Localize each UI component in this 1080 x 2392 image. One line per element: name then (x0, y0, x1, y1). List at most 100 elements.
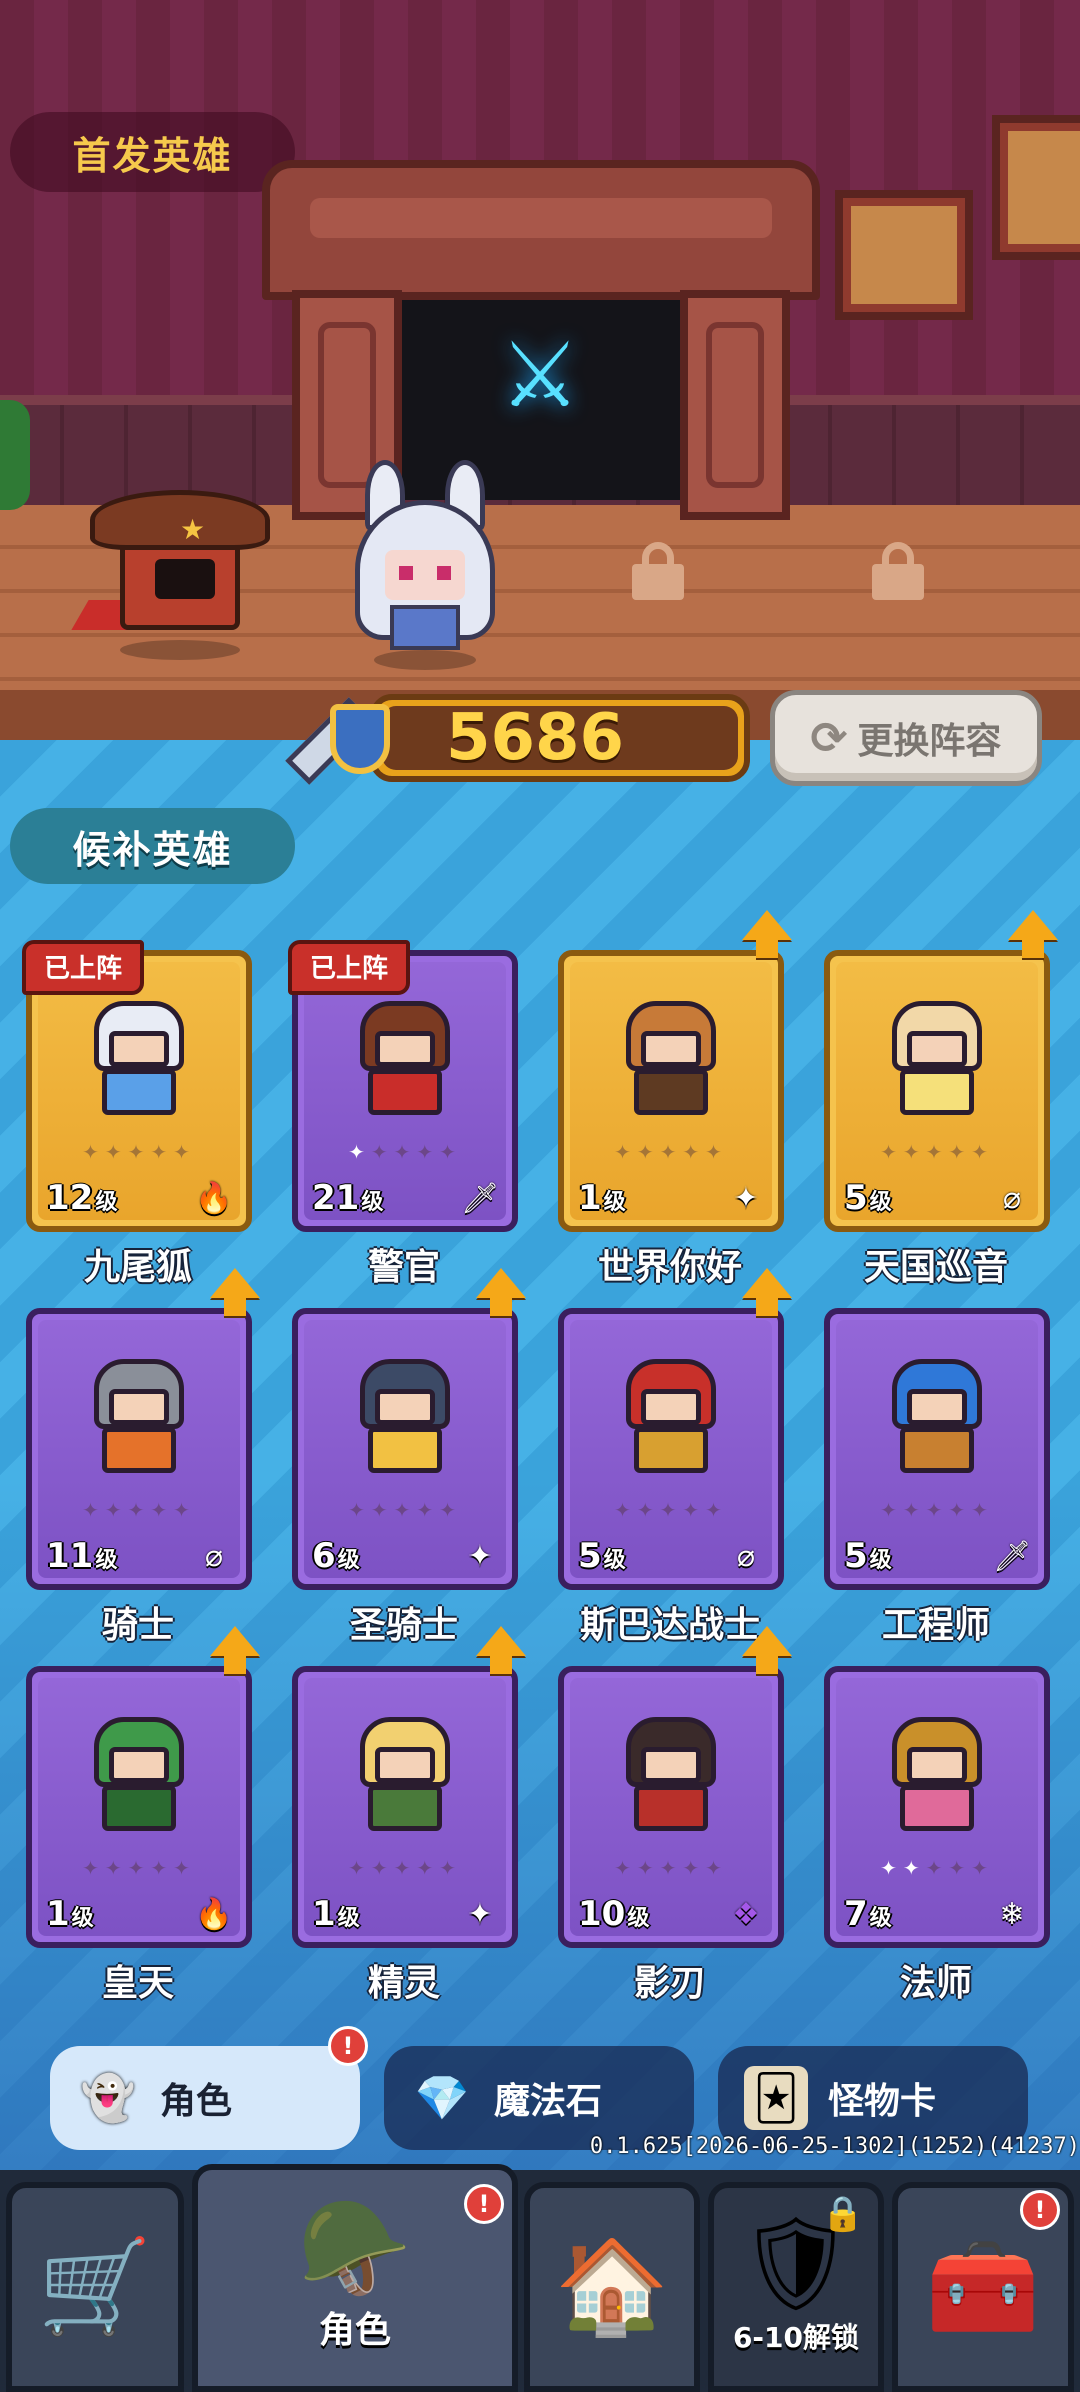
hero-sprite (32, 1702, 246, 1852)
upgrade-arrow-icon (742, 910, 792, 966)
star-rating: ✦✦✦✦✦ (880, 1498, 994, 1522)
void-element-icon: ⌀ (204, 1538, 224, 1574)
upgrade-arrow-icon (742, 1268, 792, 1324)
hero-name: 精灵 (367, 1963, 440, 2004)
monster-card-icon: 🃏 (744, 2066, 808, 2130)
upgrade-arrow-icon (1008, 910, 1058, 966)
starter-heroes-label: 首发英雄 (10, 112, 295, 192)
star-rating: ✦✦✦✦✦ (614, 1498, 728, 1522)
deployed-badge: 已上阵 (22, 940, 145, 995)
hero-level: 1级 (312, 1894, 360, 1934)
change-lineup-button[interactable]: ⟳ 更换阵容 (770, 690, 1042, 786)
treasure-chest-icon: 🧰 (925, 2233, 1041, 2340)
fire-element-icon: 🔥 (195, 1896, 233, 1932)
hero-sprite (564, 1344, 778, 1494)
nav-treasure[interactable]: 🧰 ! (892, 2182, 1074, 2392)
star-rating: ✦✦✦✦✦ (348, 1498, 462, 1522)
void-element-icon: ⌀ (736, 1538, 756, 1574)
hero-card[interactable]: ✦✦✦✦✦ 7 级 ❄ 法师 (820, 1636, 1052, 2004)
poison-element-icon: ❖ (732, 1896, 760, 1932)
hero-card[interactable]: ✦✦✦✦✦ 12 级 🔥 已上阵 九尾狐 (22, 920, 254, 1288)
upgrade-arrow-icon (210, 1626, 260, 1682)
notification-badge: ! (328, 2026, 368, 2066)
hero-sprite (830, 986, 1044, 1136)
hero-portrait: ✦✦✦✦✦ 7 级 ❄ (824, 1666, 1050, 1948)
crossed-swords-icon[interactable]: ⚔ (450, 320, 630, 430)
team-power: 5686 (280, 686, 750, 790)
hero-card[interactable]: ✦✦✦✦✦ 5 级 ⌀ 斯巴达战士 (554, 1268, 792, 1646)
hero-level: 7级 (844, 1894, 892, 1934)
hero-card[interactable]: ✦✦✦✦✦ 21 级 🗡 已上阵 警官 (288, 920, 520, 1288)
bottom-nav: 🛒 🪖 角色 ! 🏠 🛡 6-10解锁 🔒 🧰 ! (0, 2164, 1080, 2392)
hero-sprite (298, 1702, 512, 1852)
sword-element-icon: 🗡 (460, 1180, 500, 1216)
hero-level: 21 级 (312, 1178, 384, 1218)
gem-icon: 💎 (414, 2073, 470, 2124)
hero-portrait: ✦✦✦✦✦ 1 级 ✦ (558, 950, 784, 1232)
nav-guild-locked[interactable]: 🛡 6-10解锁 🔒 (708, 2182, 884, 2392)
hero-level: 1级 (578, 1178, 626, 1218)
hero-sprite (32, 1344, 246, 1494)
hero-sprite (564, 1702, 778, 1852)
lock-icon: 🔒 (821, 2194, 864, 2234)
sparkle-element-icon: ✦ (467, 1538, 493, 1574)
hero-level: 10 级 (578, 1894, 650, 1934)
hero-sprite (830, 1344, 1044, 1494)
potted-plant (0, 400, 30, 510)
hero-level: 5级 (844, 1536, 892, 1576)
hero-card[interactable]: ✦✦✦✦✦ 10 级 ❖ 影刃 (554, 1626, 792, 2004)
star-rating: ✦✦✦✦✦ (82, 1856, 196, 1880)
starter-slot-police[interactable]: ★ (71, 480, 280, 660)
power-value: 5686 (445, 701, 625, 775)
starter-slot-nine-tailed-fox[interactable] (340, 460, 510, 670)
star-rating: ✦✦✦✦✦ (880, 1140, 994, 1164)
hero-card[interactable]: ✦✦✦✦✦ 1 级 🔥 皇天 (22, 1626, 260, 2004)
knight-helmet-icon: 🪖 (297, 2195, 413, 2302)
upgrade-arrow-icon (742, 1626, 792, 1682)
hero-level: 5级 (578, 1536, 626, 1576)
nav-characters[interactable]: 🪖 角色 ! (192, 2164, 518, 2392)
hero-card[interactable]: ✦✦✦✦✦ 11 级 ⌀ 骑士 (22, 1268, 260, 1646)
notification-badge: ! (464, 2184, 504, 2224)
star-rating: ✦✦✦✦✦ (348, 1140, 462, 1164)
hero-name: 皇天 (101, 1963, 174, 2004)
hero-portrait: ✦✦✦✦✦ 10 级 ❖ (558, 1666, 784, 1948)
deployed-badge: 已上阵 (288, 940, 411, 995)
hero-level: 11 级 (46, 1536, 118, 1576)
star-rating: ✦✦✦✦✦ (82, 1140, 196, 1164)
hero-card[interactable]: ✦✦✦✦✦ 5 级 ⌀ 天国巡音 (820, 910, 1058, 1288)
starter-lineup-scene: 首发英雄 ⚔ ★ (0, 0, 1080, 740)
locked-slot-lock-icon (628, 540, 688, 600)
hero-card[interactable]: ✦✦✦✦✦ 1 级 ✦ 精灵 (288, 1626, 526, 2004)
notification-badge: ! (1020, 2190, 1060, 2230)
hero-card[interactable]: ✦✦✦✦✦ 6 级 ✦ 圣骑士 (288, 1268, 526, 1646)
wall-portrait-2 (992, 115, 1080, 260)
hero-portrait: ✦✦✦✦✦ 11 级 ⌀ (26, 1308, 252, 1590)
home-icon: 🏠 (554, 2233, 670, 2340)
hero-name: 法师 (899, 1963, 972, 2004)
nav-shop[interactable]: 🛒 (6, 2182, 184, 2392)
star-rating: ✦✦✦✦✦ (614, 1856, 728, 1880)
hero-level: 1级 (46, 1894, 94, 1934)
frost-element-icon: ❄ (999, 1896, 1025, 1932)
tab-characters[interactable]: 👻 角色 ! (50, 2026, 368, 2150)
hero-sprite (564, 986, 778, 1136)
hero-portrait: ✦✦✦✦✦ 6 级 ✦ (292, 1308, 518, 1590)
upgrade-arrow-icon (476, 1626, 526, 1682)
fire-element-icon: 🔥 (195, 1180, 233, 1216)
star-rating: ✦✦✦✦✦ (614, 1140, 728, 1164)
sparkle-element-icon: ✦ (733, 1180, 759, 1216)
hero-portrait: ✦✦✦✦✦ 5 级 ⌀ (824, 950, 1050, 1232)
hero-level: 5级 (844, 1178, 892, 1218)
bench-heroes-label: 候补英雄 (10, 808, 295, 884)
shop-cart-icon: 🛒 (37, 2233, 153, 2340)
hero-card[interactable]: ✦✦✦✦✦ 5 级 🗡 工程师 (820, 1278, 1052, 1646)
upgrade-arrow-icon (476, 1268, 526, 1324)
hero-sprite (298, 1344, 512, 1494)
hero-grid: ✦✦✦✦✦ 12 级 🔥 已上阵 九尾狐 ✦✦✦✦✦ 21 级 🗡 已上阵 警官 ✦✦✦✦✦ 1 级 ✦ 世… (22, 910, 1062, 2004)
hero-card[interactable]: ✦✦✦✦✦ 1 级 ✦ 世界你好 (554, 910, 792, 1288)
nav-home[interactable]: 🏠 (524, 2182, 700, 2392)
hero-portrait: ✦✦✦✦✦ 1 级 ✦ (292, 1666, 518, 1948)
hero-level: 6级 (312, 1536, 360, 1576)
hero-sprite (298, 986, 512, 1136)
